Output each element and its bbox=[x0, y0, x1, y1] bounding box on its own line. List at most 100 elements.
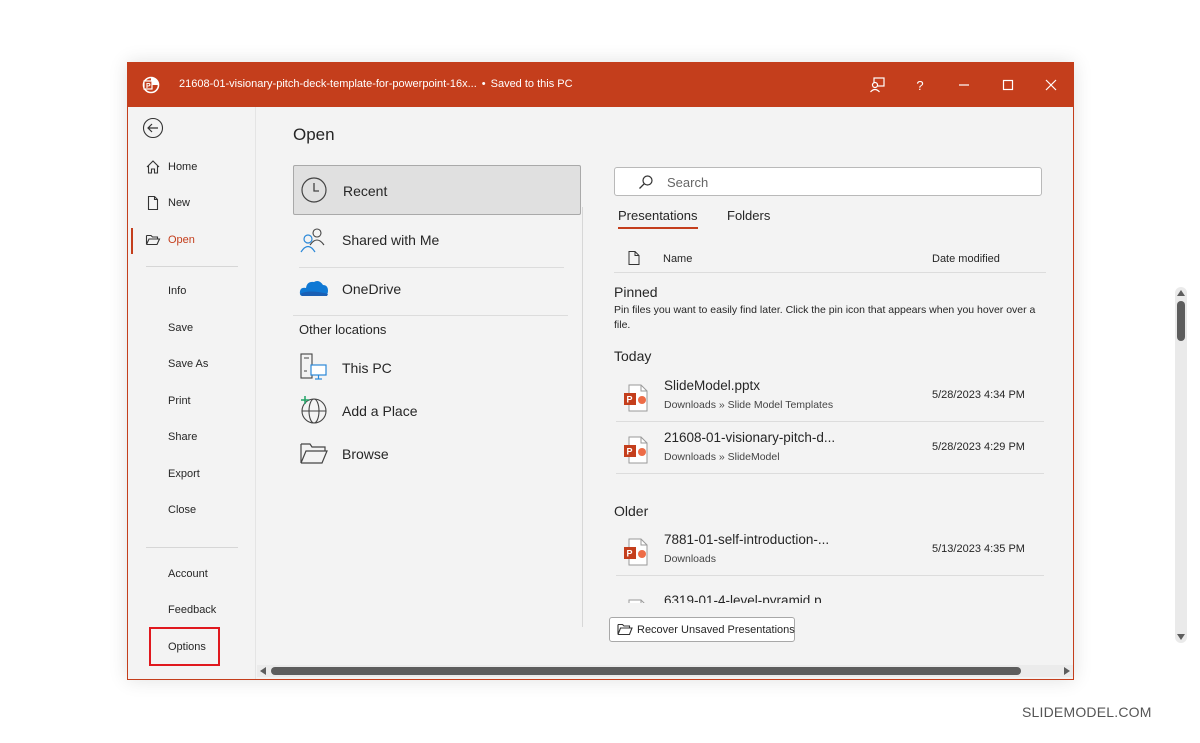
this-pc-icon bbox=[300, 353, 327, 380]
file-list-header: Name Date modified bbox=[614, 251, 1046, 273]
search-input[interactable] bbox=[667, 172, 1027, 192]
back-arrow-icon[interactable] bbox=[142, 117, 164, 139]
pinned-heading: Pinned bbox=[614, 284, 658, 300]
page-title: Open bbox=[293, 125, 335, 144]
file-row-clipped[interactable]: 6319-01-4-level-pyramid.p... bbox=[614, 587, 1046, 603]
file-type-icon bbox=[628, 251, 640, 265]
location-this-pc[interactable]: This PC bbox=[293, 343, 581, 391]
file-list-scrollbar[interactable] bbox=[1175, 287, 1187, 643]
minimize-button[interactable] bbox=[951, 73, 977, 97]
options-highlight-box bbox=[149, 627, 220, 666]
maximize-button[interactable] bbox=[995, 73, 1021, 97]
today-heading: Today bbox=[614, 348, 652, 364]
sidebar-item-label: Print bbox=[168, 395, 191, 407]
location-browse[interactable]: Browse bbox=[293, 429, 581, 477]
backstage-sidebar: Home New Open Info Save Save As Print Sh… bbox=[128, 107, 256, 679]
pptx-file-icon: P bbox=[624, 436, 648, 464]
column-header-name[interactable]: Name bbox=[663, 253, 692, 265]
maximize-icon bbox=[1002, 79, 1014, 91]
horizontal-scrollbar[interactable] bbox=[257, 665, 1073, 677]
coauthoring-button[interactable] bbox=[864, 73, 890, 97]
location-divider bbox=[293, 315, 568, 316]
scroll-up-arrow-icon[interactable] bbox=[1177, 290, 1185, 296]
svg-text:P: P bbox=[146, 83, 151, 90]
location-label: This PC bbox=[342, 360, 392, 376]
help-button[interactable]: ? bbox=[907, 73, 933, 97]
location-label: Shared with Me bbox=[342, 232, 440, 248]
tab-folders[interactable]: Folders bbox=[727, 208, 770, 227]
help-icon: ? bbox=[916, 77, 924, 93]
sidebar-item-home[interactable]: Home bbox=[128, 153, 256, 181]
sidebar-item-label: New bbox=[168, 197, 191, 209]
sidebar-item-new[interactable]: New bbox=[128, 189, 256, 217]
svg-text:P: P bbox=[627, 549, 633, 559]
recover-unsaved-label: Recover Unsaved Presentations bbox=[637, 624, 795, 636]
file-row[interactable]: 6319-01-4-level-pyramid.p... bbox=[616, 587, 1044, 603]
pptx-file-icon: P bbox=[624, 538, 648, 566]
sidebar-item-label: Close bbox=[168, 504, 197, 516]
sidebar-item-close[interactable]: Close bbox=[128, 496, 256, 524]
scrollbar-thumb[interactable] bbox=[1177, 301, 1185, 341]
svg-text:P: P bbox=[627, 447, 633, 457]
close-icon bbox=[1045, 79, 1057, 91]
document-name: 21608-01-visionary-pitch-deck-template-f… bbox=[179, 78, 477, 90]
sidebar-divider bbox=[146, 547, 238, 548]
browse-folder-icon bbox=[300, 443, 328, 464]
older-heading: Older bbox=[614, 503, 649, 519]
sidebar-item-open[interactable]: Open bbox=[128, 226, 256, 254]
recover-unsaved-button[interactable]: Recover Unsaved Presentations bbox=[609, 617, 795, 642]
sidebar-item-label: Export bbox=[168, 468, 200, 480]
clock-icon bbox=[301, 177, 327, 203]
file-path: Downloads » SlideModel bbox=[664, 451, 780, 463]
location-label: Recent bbox=[343, 183, 388, 199]
save-status: Saved to this PC bbox=[490, 78, 573, 90]
scroll-down-arrow-icon[interactable] bbox=[1177, 634, 1185, 640]
svg-text:P: P bbox=[627, 395, 633, 405]
pptx-file-icon: P bbox=[624, 384, 648, 412]
add-place-globe-icon bbox=[301, 396, 327, 424]
location-onedrive[interactable]: OneDrive bbox=[293, 264, 581, 312]
sidebar-item-label: Home bbox=[168, 161, 198, 173]
file-row[interactable]: P 21608-01-visionary-pitch-d... Download… bbox=[616, 424, 1044, 474]
sidebar-item-print[interactable]: Print bbox=[128, 387, 256, 415]
sidebar-item-label: Info bbox=[168, 285, 187, 297]
location-label: Add a Place bbox=[342, 403, 418, 419]
title-separator: • bbox=[481, 78, 486, 90]
column-divider bbox=[582, 207, 583, 627]
search-icon bbox=[639, 175, 653, 189]
column-header-date-modified[interactable]: Date modified bbox=[932, 253, 1000, 265]
sidebar-item-account[interactable]: Account bbox=[128, 560, 256, 588]
scroll-left-arrow-icon[interactable] bbox=[260, 667, 266, 675]
sidebar-item-feedback[interactable]: Feedback bbox=[128, 596, 256, 624]
location-recent[interactable]: Recent bbox=[293, 165, 581, 215]
pinned-hint: Pin files you want to easily find later.… bbox=[614, 304, 1036, 331]
open-pane: Open Recent Shared with Me OneDrive Othe… bbox=[257, 107, 1187, 679]
sidebar-item-save[interactable]: Save bbox=[128, 314, 256, 342]
watermark: SLIDEMODEL.COM bbox=[1022, 704, 1152, 720]
sidebar-item-label: Share bbox=[168, 431, 198, 443]
pptx-file-icon bbox=[628, 599, 645, 603]
sidebar-item-export[interactable]: Export bbox=[128, 460, 256, 488]
coauthoring-icon bbox=[870, 77, 885, 93]
file-row[interactable]: P 7881-01-self-introduction-... Download… bbox=[616, 526, 1044, 576]
sidebar-item-label: Save bbox=[168, 322, 194, 334]
other-locations-heading: Other locations bbox=[299, 322, 387, 337]
sidebar-item-info[interactable]: Info bbox=[128, 277, 256, 305]
search-box[interactable] bbox=[614, 167, 1042, 196]
shared-people-icon bbox=[300, 228, 325, 253]
scrollbar-thumb[interactable] bbox=[271, 667, 1021, 675]
sidebar-item-save-as[interactable]: Save As bbox=[128, 350, 256, 378]
scroll-right-arrow-icon[interactable] bbox=[1064, 667, 1070, 675]
location-label: OneDrive bbox=[342, 281, 402, 297]
file-path: Downloads bbox=[664, 553, 716, 565]
close-window-button[interactable] bbox=[1038, 73, 1064, 97]
location-add-a-place[interactable]: Add a Place bbox=[293, 386, 581, 434]
onedrive-cloud-icon bbox=[299, 281, 328, 296]
open-folder-icon bbox=[617, 623, 633, 636]
sidebar-item-label: Open bbox=[168, 234, 195, 246]
powerpoint-logo-icon: P bbox=[142, 76, 160, 94]
file-row[interactable]: P SlideModel.pptx Downloads » Slide Mode… bbox=[616, 372, 1044, 422]
tab-presentations[interactable]: Presentations bbox=[618, 208, 698, 229]
location-shared-with-me[interactable]: Shared with Me bbox=[293, 215, 581, 263]
sidebar-item-share[interactable]: Share bbox=[128, 423, 256, 451]
